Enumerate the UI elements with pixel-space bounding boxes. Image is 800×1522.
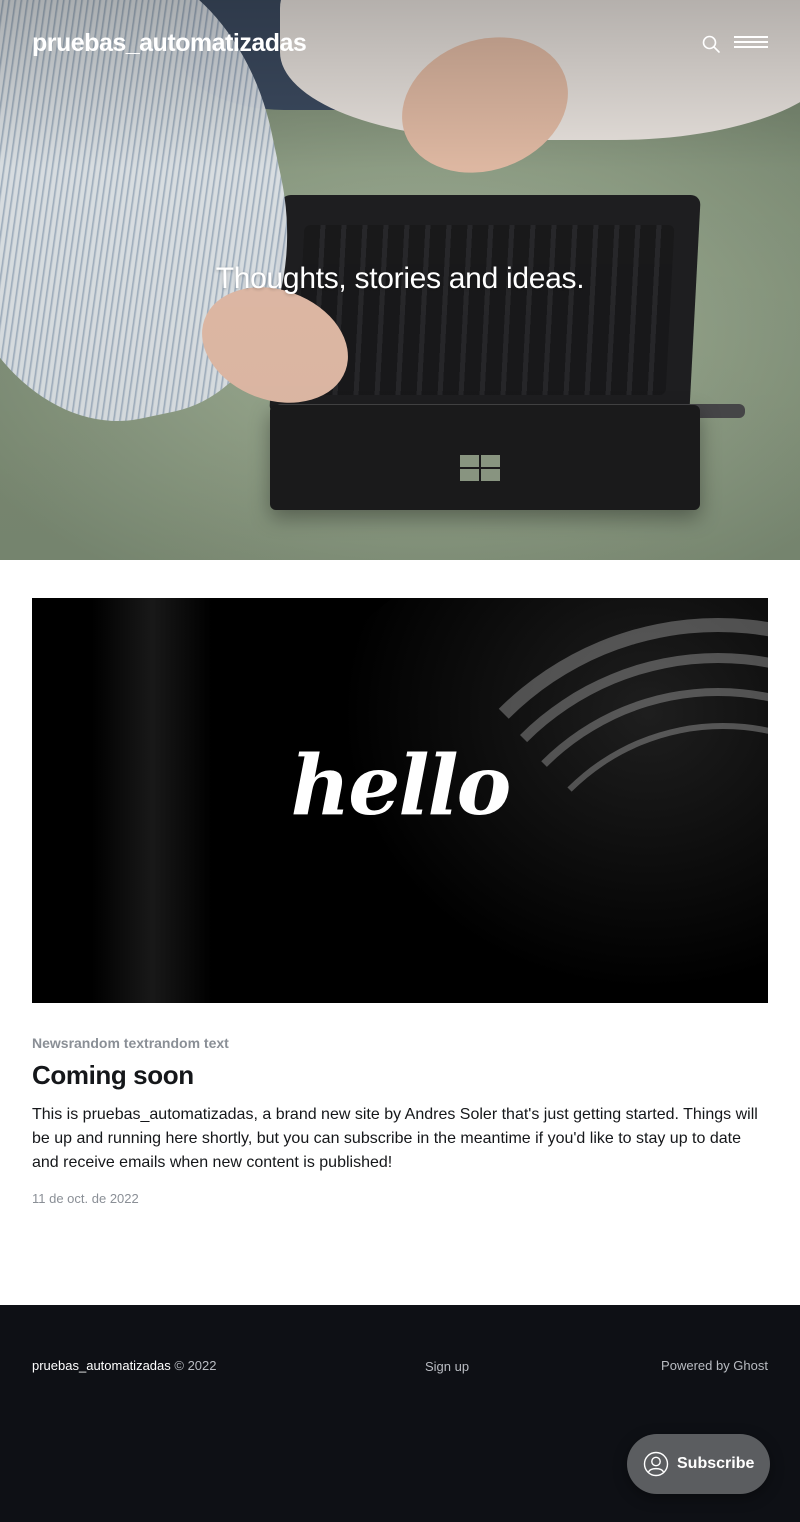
- subscribe-button[interactable]: Subscribe: [627, 1434, 770, 1494]
- subscribe-label: Subscribe: [677, 1455, 755, 1472]
- image-hello-text: hello: [290, 738, 512, 834]
- footer-site-title-link[interactable]: pruebas_automatizadas: [32, 1358, 171, 1373]
- user-circle-icon: [643, 1451, 669, 1477]
- powered-by-ghost-link[interactable]: Powered by Ghost: [661, 1358, 768, 1373]
- footer-nav-signup[interactable]: Sign up: [425, 1359, 469, 1374]
- site-header: pruebas_automatizadas: [0, 0, 800, 88]
- copyright-year: © 2022: [174, 1358, 217, 1373]
- site-title-link[interactable]: pruebas_automatizadas: [32, 29, 307, 58]
- hamburger-menu-icon[interactable]: [734, 36, 768, 52]
- post-card: hello Newsrandom textrandom text Coming …: [32, 598, 768, 1206]
- copyright: pruebas_automatizadas © 2022: [32, 1358, 217, 1373]
- search-icon[interactable]: [701, 34, 721, 54]
- post-feature-image[interactable]: hello: [32, 598, 768, 1003]
- post-excerpt: This is pruebas_automatizadas, a brand n…: [32, 1106, 758, 1171]
- site-description: Thoughts, stories and ideas.: [215, 262, 585, 295]
- post-tag: Newsrandom textrandom text: [32, 1035, 229, 1051]
- post-date: 11 de oct. de 2022: [32, 1191, 139, 1206]
- post-title[interactable]: Coming soon: [32, 1060, 768, 1091]
